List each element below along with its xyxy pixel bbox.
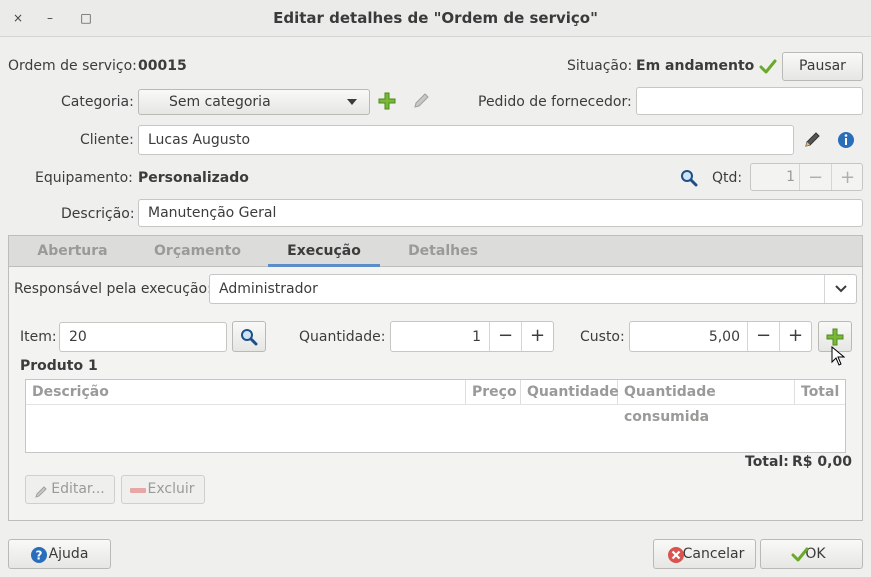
chevron-down-icon bbox=[347, 99, 357, 105]
edit-pencil-icon bbox=[34, 482, 48, 509]
column-header-quantidade[interactable]: Quantidade bbox=[521, 380, 619, 405]
pause-button[interactable]: Pausar bbox=[782, 52, 863, 81]
column-header-quantidade-consumida[interactable]: Quantidade consumida bbox=[618, 380, 795, 425]
client-label: Cliente: bbox=[80, 132, 134, 148]
order-number: 00015 bbox=[138, 58, 187, 74]
quantity-label: Quantidade: bbox=[299, 329, 386, 345]
status-value: Em andamento bbox=[636, 58, 755, 74]
quantity-increment-button[interactable]: + bbox=[521, 322, 553, 351]
item-label: Item: bbox=[20, 329, 57, 345]
edit-pencil-icon[interactable] bbox=[411, 91, 431, 111]
help-button[interactable]: ? Ajuda bbox=[8, 539, 111, 569]
add-icon[interactable] bbox=[377, 91, 397, 111]
table-header-divider bbox=[26, 404, 845, 405]
total-label: Total: bbox=[745, 454, 789, 470]
responsible-dropdown-button[interactable] bbox=[824, 275, 856, 303]
svg-text:?: ? bbox=[36, 549, 43, 563]
check-icon bbox=[758, 57, 778, 77]
category-dropdown[interactable]: Sem categoria bbox=[138, 89, 370, 115]
supplier-order-input[interactable] bbox=[636, 87, 863, 115]
cancel-icon bbox=[667, 546, 685, 574]
mouse-cursor-icon bbox=[831, 345, 846, 370]
tab-abertura[interactable]: Abertura bbox=[24, 235, 121, 267]
column-header-total[interactable]: Total bbox=[795, 380, 845, 405]
quantity-decrement-button[interactable]: − bbox=[489, 322, 521, 351]
tab-orcamento[interactable]: Orçamento bbox=[145, 235, 250, 267]
category-value: Sem categoria bbox=[169, 94, 271, 110]
qty-label: Qtd: bbox=[712, 170, 743, 186]
ok-button[interactable]: OK bbox=[760, 539, 863, 569]
tab-execucao[interactable]: Execução bbox=[268, 235, 380, 267]
tab-detalhes[interactable]: Detalhes bbox=[398, 235, 488, 267]
supplier-order-label: Pedido de fornecedor: bbox=[478, 94, 632, 110]
help-label: Ajuda bbox=[48, 546, 89, 562]
product-title: Produto 1 bbox=[20, 358, 98, 374]
delete-button[interactable]: Excluir bbox=[121, 475, 205, 504]
edit-client-icon[interactable] bbox=[802, 130, 822, 150]
responsible-select[interactable]: Administrador bbox=[209, 274, 857, 304]
delete-label: Excluir bbox=[147, 481, 195, 497]
search-equipment-icon[interactable] bbox=[679, 168, 699, 188]
window-title: Editar detalhes de "Ordem de serviço" bbox=[273, 9, 598, 27]
quantity-value: 1 bbox=[472, 329, 481, 345]
help-icon: ? bbox=[30, 546, 48, 574]
qty-stepper[interactable]: 1 − + bbox=[750, 163, 863, 191]
cost-label: Custo: bbox=[580, 329, 625, 345]
qty-value: 1 bbox=[786, 169, 795, 185]
search-icon bbox=[241, 328, 258, 345]
cost-increment-button[interactable]: + bbox=[779, 322, 811, 351]
remove-icon bbox=[130, 488, 146, 493]
equipment-label: Equipamento: bbox=[35, 170, 133, 186]
equipment-value: Personalizado bbox=[138, 170, 249, 186]
column-header-preco[interactable]: Preço bbox=[466, 380, 521, 405]
cost-value: 5,00 bbox=[708, 329, 740, 345]
edit-button[interactable]: Editar... bbox=[25, 475, 115, 504]
active-tab-indicator bbox=[268, 264, 380, 267]
search-item-button[interactable] bbox=[232, 321, 266, 352]
description-input[interactable]: Manutenção Geral bbox=[138, 199, 863, 227]
item-input[interactable]: 20 bbox=[59, 322, 227, 352]
category-label: Categoria: bbox=[61, 94, 134, 110]
add-icon bbox=[826, 328, 844, 345]
ok-check-icon bbox=[791, 546, 809, 574]
responsible-value: Administrador bbox=[219, 281, 318, 297]
order-label: Ordem de serviço: bbox=[8, 58, 137, 74]
column-header-descricao[interactable]: Descrição bbox=[26, 380, 466, 405]
status-label: Situação: bbox=[567, 58, 633, 74]
chevron-down-icon bbox=[835, 285, 847, 293]
quantity-stepper[interactable]: 1 − + bbox=[390, 321, 554, 352]
description-label: Descrição: bbox=[61, 206, 135, 222]
total-value: R$ 0,00 bbox=[792, 454, 852, 470]
qty-decrement-button[interactable]: − bbox=[799, 164, 831, 190]
client-input[interactable]: Lucas Augusto bbox=[138, 125, 794, 155]
info-icon[interactable] bbox=[836, 130, 856, 150]
qty-increment-button[interactable]: + bbox=[831, 164, 863, 190]
cost-decrement-button[interactable]: − bbox=[747, 322, 779, 351]
responsible-label: Responsável pela execução: bbox=[14, 281, 212, 297]
cancel-button[interactable]: Cancelar bbox=[653, 539, 756, 569]
cancel-label: Cancelar bbox=[682, 546, 745, 562]
cost-stepper[interactable]: 5,00 − + bbox=[629, 321, 812, 352]
edit-label: Editar... bbox=[51, 481, 105, 497]
